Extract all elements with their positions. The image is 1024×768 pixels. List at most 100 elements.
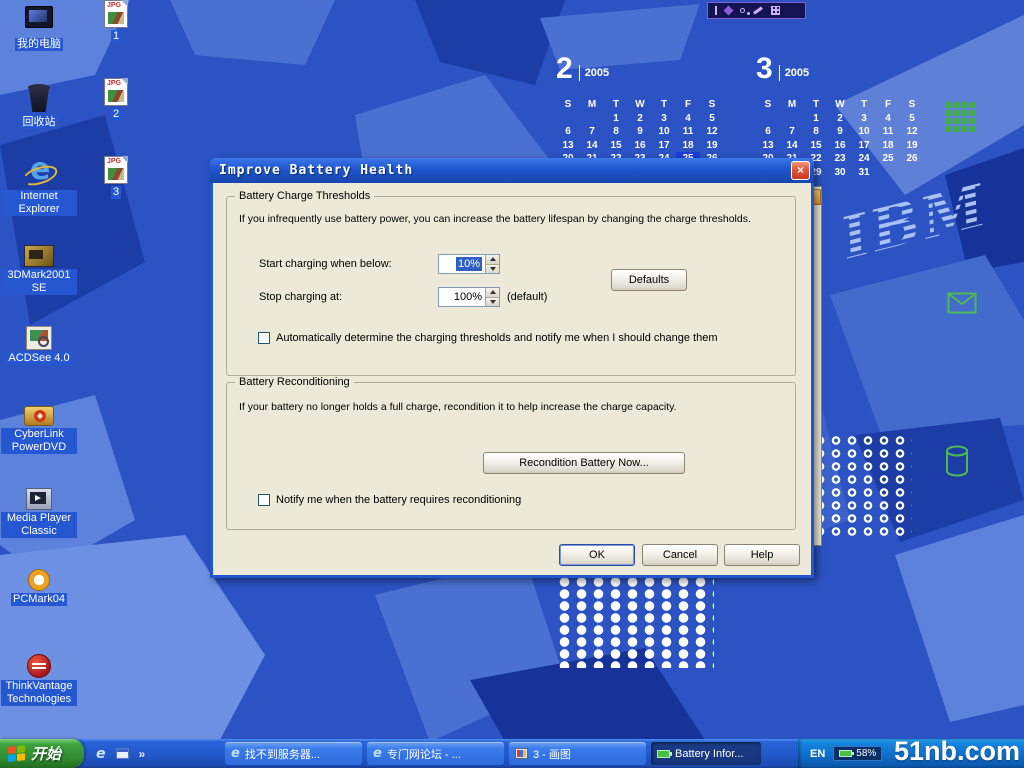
reconditioning-description: If your battery no longer holds a full c… [239, 401, 677, 414]
calendar-date: 16 [828, 139, 852, 153]
reconditioning-group-title: Battery Reconditioning [235, 376, 354, 389]
calendar-date: 5 [900, 112, 924, 126]
spinner-buttons [485, 255, 499, 273]
calendar-day-header: S [556, 98, 580, 112]
spin-up-button[interactable] [486, 288, 499, 297]
jpg-file-2[interactable]: JPG 2 [92, 78, 140, 121]
calendar-date: 10 [852, 125, 876, 139]
desktop-icon-my-computer[interactable]: 我的电脑 [0, 4, 78, 51]
desktop-icon-label: Internet Explorer [1, 190, 77, 216]
stop-threshold-spinner[interactable]: 100% [438, 287, 500, 307]
calendar-day-header: S [900, 98, 924, 112]
acdsee-icon [26, 326, 52, 350]
close-button[interactable]: × [791, 161, 810, 180]
calendar-date: 4 [676, 112, 700, 126]
auto-thresholds-checkbox[interactable] [258, 332, 270, 344]
calendar-day-header: S [700, 98, 724, 112]
stop-threshold-value: 100% [454, 290, 482, 304]
default-note: (default) [507, 291, 547, 304]
calendar-date: 15 [604, 139, 628, 153]
toolbar-bar-icon[interactable] [715, 6, 717, 15]
recondition-battery-button[interactable]: Recondition Battery Now... [483, 452, 685, 474]
battery-indicator[interactable]: 58% [833, 746, 882, 761]
calendar-date [900, 166, 924, 180]
jpg-file-1[interactable]: JPG 1 [92, 0, 140, 43]
desktop-icon-acdsee[interactable]: ACDSee 4.0 [0, 322, 78, 365]
desktop-icon-internet-explorer[interactable]: Internet Explorer [0, 156, 78, 216]
toolbar-percent-icon[interactable] [740, 8, 745, 13]
calendar-day-header: T [852, 98, 876, 112]
toolbar-grid-icon[interactable] [771, 6, 780, 15]
taskbar-task-2[interactable]: e专门网论坛 - ... [367, 742, 504, 765]
toolbar-pen-icon[interactable] [753, 6, 763, 14]
jpg-thumbnail [108, 90, 124, 102]
battery-charge-thresholds-group: Battery Charge Thresholds If you infrequ… [226, 196, 796, 376]
desktop-icon-3dmark2001[interactable]: 3DMark2001 SE [0, 240, 78, 295]
taskbar-task-1[interactable]: e找不到服务器... [225, 742, 362, 765]
desktop-icon-thinkvantage[interactable]: ThinkVantage Technologies [0, 650, 78, 706]
defaults-button[interactable]: Defaults [611, 269, 687, 291]
calendar-date: 26 [900, 152, 924, 166]
task-label: 专门网论坛 - ... [387, 746, 461, 762]
quicklaunch-overflow-chevron[interactable]: » [139, 747, 146, 761]
taskbar-task-4[interactable]: Battery Infor... [651, 742, 761, 765]
show-desktop-icon[interactable] [116, 748, 129, 759]
help-button[interactable]: Help [724, 544, 800, 566]
auto-thresholds-label: Automatically determine the charging thr… [276, 332, 717, 345]
calendar-month-number: 2 [556, 53, 573, 85]
jpg-file-3[interactable]: JPG3 [92, 156, 140, 199]
desktop-icon-recycle-bin[interactable]: 回收站 [0, 82, 78, 129]
jpg-thumbnail [108, 168, 124, 180]
calendar-date: 17 [852, 139, 876, 153]
powerdvd-icon [24, 406, 54, 426]
spin-down-button[interactable] [486, 264, 499, 274]
calendar-date: 18 [676, 139, 700, 153]
calendar-date: 7 [780, 125, 804, 139]
desktop-icon-pcmark04[interactable]: PCMark04 [0, 564, 78, 606]
calendar-date: 13 [556, 139, 580, 153]
calendar-date: 8 [604, 125, 628, 139]
task-label: Battery Infor... [675, 748, 743, 760]
calendar-day-header: T [804, 98, 828, 112]
taskbar-task-3[interactable]: 3 - 画图 [509, 742, 646, 765]
calendar-day-header: T [604, 98, 628, 112]
toolbar-diamond-icon[interactable] [724, 6, 734, 16]
start-threshold-spinner[interactable]: 10% [438, 254, 500, 274]
calendar-date: 5 [700, 112, 724, 126]
calendar-date: 12 [900, 125, 924, 139]
start-button[interactable]: 开始 [0, 739, 84, 768]
dialog-titlebar[interactable]: Improve Battery Health × [210, 158, 814, 183]
stop-charging-label: Stop charging at: [259, 291, 342, 304]
jpg-file-label: 3 [111, 186, 121, 199]
spin-up-button[interactable] [486, 255, 499, 264]
language-indicator[interactable]: EN [810, 748, 825, 760]
calendar-divider [779, 65, 780, 81]
desktop-icon-label: ThinkVantage Technologies [1, 680, 77, 706]
cancel-button[interactable]: Cancel [642, 544, 718, 566]
jpg-file-icon: JPG [104, 78, 128, 106]
dialog-title: Improve Battery Health [219, 163, 413, 178]
quicklaunch-ie-icon[interactable]: e [96, 746, 106, 762]
jpg-file-label: 2 [111, 108, 121, 121]
auto-thresholds-row: Automatically determine the charging thr… [258, 332, 717, 345]
calendar-date [756, 112, 780, 126]
calendar-year: 2005 [585, 67, 609, 79]
jpg-tag: JPG [107, 2, 121, 10]
pcmark04-icon [28, 569, 50, 591]
calendar-date: 15 [804, 139, 828, 153]
desktop-icon-powerdvd[interactable]: CyberLink PowerDVD [0, 400, 78, 454]
desktop-icon-media-player-classic[interactable]: Media Player Classic [0, 484, 78, 538]
calendar-divider [579, 65, 580, 81]
calendar-date: 30 [828, 166, 852, 180]
desktop-icon-label: 回收站 [21, 116, 58, 129]
calendar-date: 10 [652, 125, 676, 139]
ok-button[interactable]: OK [559, 544, 635, 566]
notify-reconditioning-checkbox[interactable] [258, 494, 270, 506]
paint-icon [515, 748, 528, 759]
recycle-bin-icon [22, 82, 56, 114]
calendar-date: 13 [756, 139, 780, 153]
jpg-file-label: 1 [111, 30, 121, 43]
spin-down-button[interactable] [486, 297, 499, 307]
spinner-buttons [485, 288, 499, 306]
task-label: 找不到服务器... [245, 746, 320, 762]
